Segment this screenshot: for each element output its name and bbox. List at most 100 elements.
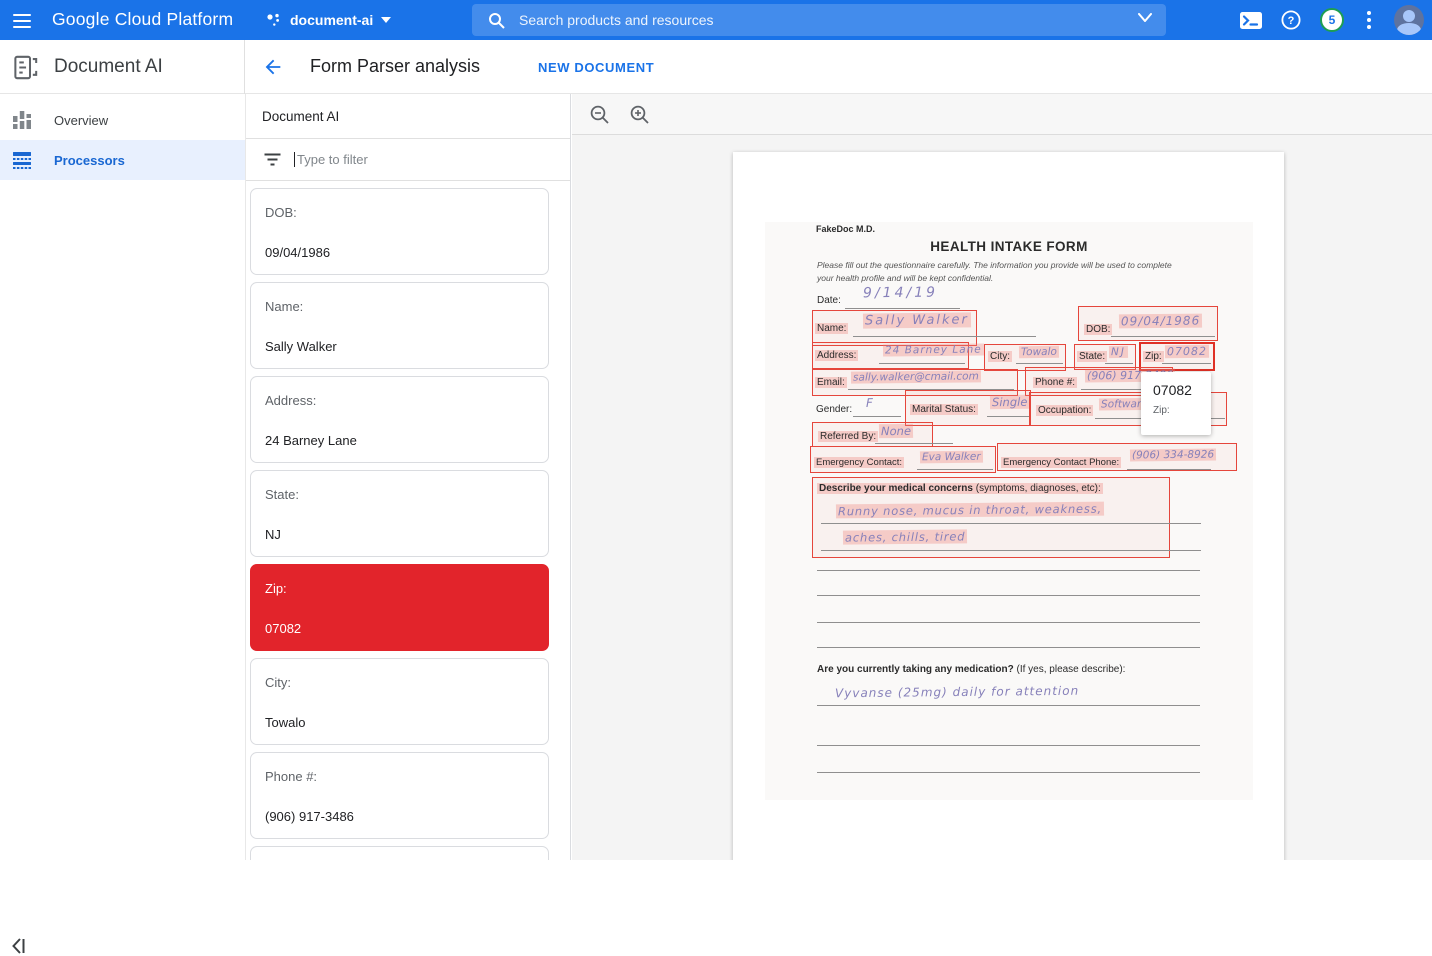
- field-card-zip-selected[interactable]: Zip: 07082: [250, 564, 549, 651]
- results-panel-title: Document AI: [246, 94, 570, 139]
- clinic-name: FakeDoc M.D.: [816, 224, 875, 234]
- field-label: State:: [265, 487, 299, 502]
- emergency-contact-underline: [917, 469, 993, 470]
- project-icon: [265, 12, 282, 29]
- form-intro-line2: your health profile and will be kept con…: [817, 273, 993, 283]
- new-document-button[interactable]: NEW DOCUMENT: [538, 60, 654, 75]
- referred-by-label: Referred By:: [818, 431, 878, 442]
- project-caret-icon: [381, 17, 391, 23]
- product-header: Document AI: [0, 40, 245, 94]
- blank-line: [817, 622, 1200, 623]
- product-title: Document AI: [54, 56, 163, 78]
- form-title: HEALTH INTAKE FORM: [765, 239, 1253, 254]
- account-avatar[interactable]: [1394, 5, 1424, 35]
- blank-line: [817, 647, 1200, 648]
- address-value-handwriting: 24 Barney Lane: [883, 343, 984, 356]
- field-value: NJ: [265, 527, 281, 542]
- city-value-handwriting: Towalo: [1019, 346, 1059, 358]
- zip-value-handwriting: 07082: [1165, 345, 1209, 358]
- app-bar: Document AI Form Parser analysis NEW DOC…: [0, 40, 1432, 94]
- gender-underline: [853, 416, 901, 417]
- medical-concerns-line2-handwriting: aches, chills, tired: [843, 529, 967, 544]
- occupation-label: Occupation:: [1036, 405, 1093, 416]
- filter-placeholder: Type to filter: [297, 152, 368, 167]
- field-card-name[interactable]: Name: Sally Walker: [250, 282, 549, 369]
- gender-label: Gender:: [816, 404, 852, 415]
- overview-icon: [13, 111, 31, 129]
- field-value: (906) 917-3486: [265, 809, 354, 824]
- gender-value-handwriting: F: [866, 396, 873, 410]
- zip-label: Zip:: [1143, 351, 1164, 362]
- filter-input[interactable]: Type to filter: [246, 139, 570, 181]
- name-label: Name:: [815, 323, 848, 334]
- date-value-handwriting: 9/14/19: [863, 285, 938, 302]
- emergency-contact-phone-value-handwriting: (906) 334-8926: [1130, 449, 1216, 462]
- back-arrow-button[interactable]: [262, 56, 284, 78]
- address-underline: [879, 363, 965, 364]
- medication-underline: [817, 705, 1200, 706]
- concerns-underline-2: [821, 550, 1201, 551]
- notifications-badge[interactable]: 5: [1320, 8, 1344, 32]
- date-underline: [845, 308, 960, 309]
- viewer-canvas[interactable]: FakeDoc M.D. HEALTH INTAKE FORM Please f…: [572, 135, 1432, 860]
- blank-line: [817, 745, 1200, 746]
- search-expand-chevron-icon[interactable]: [1138, 13, 1152, 22]
- field-label: Name:: [265, 299, 303, 314]
- sidebar-item-overview[interactable]: Overview: [0, 100, 245, 140]
- state-label: State:: [1077, 351, 1107, 362]
- medication-question-rest: (If yes, please describe):: [1014, 664, 1126, 675]
- extracted-fields-list: DOB: 09/04/1986 Name: Sally Walker Addre…: [246, 181, 570, 860]
- name-value-handwriting: Sally Walker: [863, 312, 971, 328]
- field-value: 07082: [265, 621, 301, 636]
- emergency-contact-phone-underline: [1127, 469, 1211, 470]
- blank-line: [817, 570, 1200, 571]
- left-sidebar: Overview Processors: [0, 94, 245, 860]
- sidebar-item-label: Overview: [54, 113, 108, 128]
- field-card-city[interactable]: City: Towalo: [250, 658, 549, 745]
- cloud-shell-icon[interactable]: [1240, 12, 1262, 29]
- state-underline: [1105, 363, 1133, 364]
- email-label: Email:: [815, 377, 847, 388]
- phone-label: Phone #:: [1033, 377, 1077, 388]
- search-bar[interactable]: Search products and resources: [472, 4, 1166, 36]
- emergency-contact-value-handwriting: Eva Walker: [920, 451, 983, 464]
- project-selector[interactable]: document-ai: [265, 7, 391, 33]
- document-viewer: FakeDoc M.D. HEALTH INTAKE FORM Please f…: [572, 94, 1432, 860]
- text-cursor: [294, 152, 295, 167]
- zoom-in-icon[interactable]: [629, 104, 651, 126]
- medical-concerns-label-rest: (symptoms, diagnoses, etc):: [973, 483, 1101, 494]
- field-card-phone[interactable]: Phone #: (906) 917-3486: [250, 752, 549, 839]
- sidebar-item-label: Processors: [54, 153, 125, 168]
- search-icon: [488, 12, 505, 29]
- marital-status-underline: [987, 416, 1029, 417]
- referred-by-value-handwriting: None: [879, 424, 913, 438]
- emergency-contact-phone-label: Emergency Contact Phone:: [1001, 457, 1121, 468]
- zip-field-tooltip: 07082 Zip:: [1141, 372, 1211, 435]
- sidebar-item-processors[interactable]: Processors: [0, 140, 245, 180]
- gcp-brand-logo[interactable]: Google Cloud Platform: [52, 9, 233, 30]
- more-options-icon[interactable]: [1363, 7, 1375, 33]
- project-name: document-ai: [290, 12, 373, 28]
- collapse-sidebar-icon[interactable]: [8, 936, 28, 956]
- help-icon[interactable]: ?: [1281, 10, 1301, 30]
- field-card-address[interactable]: Address: 24 Barney Lane: [250, 376, 549, 463]
- hamburger-menu-icon[interactable]: [10, 8, 34, 32]
- marital-status-value-handwriting: Single: [990, 395, 1030, 409]
- form-intro-line1: Please fill out the questionnaire carefu…: [817, 260, 1172, 270]
- medication-answer-handwriting: Vyvanse (25mg) daily for attention: [835, 684, 1079, 701]
- email-value-handwriting: sally.walker@cmail.com: [851, 370, 981, 383]
- blank-line: [817, 772, 1200, 773]
- field-card-state[interactable]: State: NJ: [250, 470, 549, 557]
- city-label: City:: [988, 351, 1012, 362]
- name-underline: [853, 336, 1036, 337]
- page-title: Form Parser analysis: [310, 56, 480, 77]
- field-value: 09/04/1986: [265, 245, 330, 260]
- field-card-partial[interactable]: [250, 846, 549, 860]
- top-navigation-bar: Google Cloud Platform document-ai Search…: [0, 0, 1432, 40]
- search-placeholder: Search products and resources: [519, 12, 714, 28]
- field-card-dob[interactable]: DOB: 09/04/1986: [250, 188, 549, 275]
- filter-icon: [264, 153, 281, 166]
- viewer-toolbar: [572, 94, 1432, 135]
- zoom-out-icon[interactable]: [589, 104, 611, 126]
- field-label: Phone #:: [265, 769, 317, 784]
